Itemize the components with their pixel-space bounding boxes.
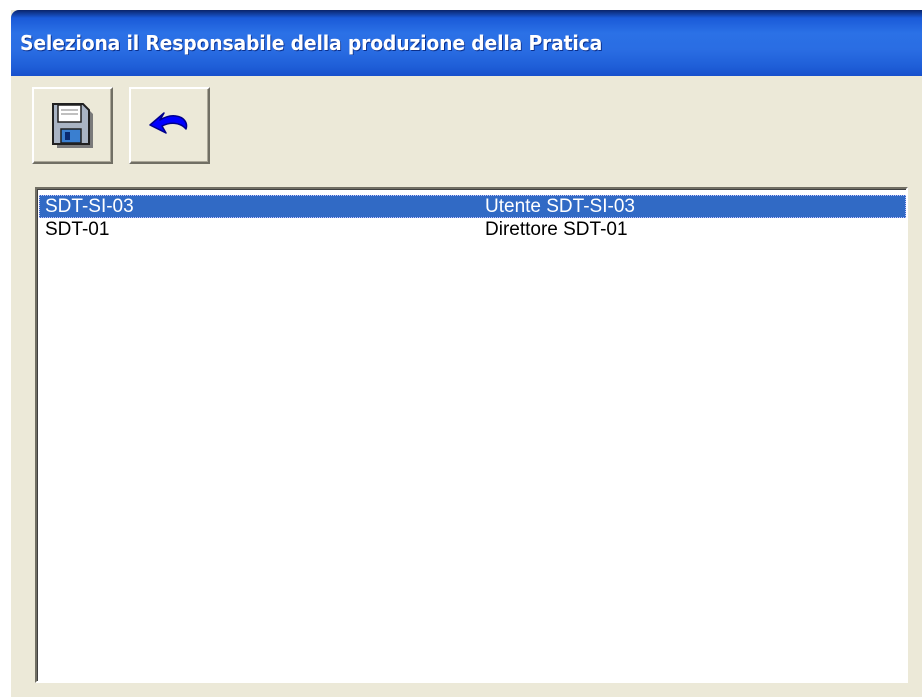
undo-arrow-icon	[148, 111, 187, 134]
list-item[interactable]: SDT-SI-03 Utente SDT-SI-03	[39, 195, 906, 218]
list-item-name: Utente SDT-SI-03	[485, 196, 635, 217]
list-item-code: SDT-SI-03	[45, 196, 134, 217]
save-button[interactable]	[32, 87, 113, 164]
title-bar[interactable]: Seleziona il Responsabile della produzio…	[11, 10, 922, 76]
dialog-window: Seleziona il Responsabile della produzio…	[11, 10, 922, 697]
responsible-list[interactable]: SDT-SI-03 Utente SDT-SI-03 SDT-01 Dirett…	[35, 187, 908, 683]
list-item-name: Direttore SDT-01	[485, 219, 628, 240]
list-item-code: SDT-01	[45, 219, 110, 240]
list-item[interactable]: SDT-01 Direttore SDT-01	[39, 218, 906, 241]
floppy-disk-icon	[51, 102, 93, 148]
window-title: Seleziona il Responsabile della produzio…	[20, 31, 603, 55]
undo-button[interactable]	[129, 87, 210, 164]
